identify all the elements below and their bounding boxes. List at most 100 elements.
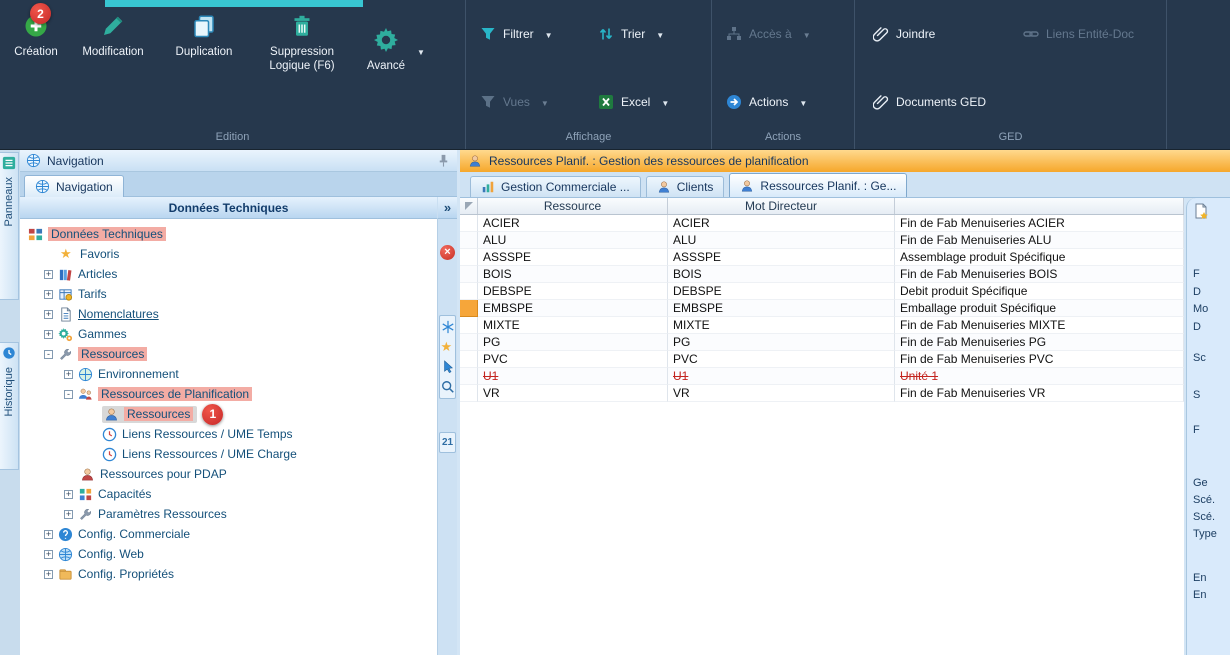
- column-header-ressource[interactable]: Ressource: [478, 198, 668, 214]
- expand-plus-icon[interactable]: [44, 310, 53, 319]
- form-field-label: S: [1193, 389, 1200, 401]
- table-row-deleted[interactable]: U1 U1 Unité 1: [460, 368, 1184, 385]
- table-row[interactable]: VR VR Fin de Fab Menuiseries VR: [460, 385, 1184, 402]
- avance-button[interactable]: Avancé: [360, 28, 425, 74]
- sidebar-tab-historique[interactable]: Historique: [0, 342, 19, 470]
- expand-plus-icon[interactable]: [44, 530, 53, 539]
- table-row[interactable]: MIXTE MIXTE Fin de Fab Menuiseries MIXTE: [460, 317, 1184, 334]
- tree-item-ressources-pour-pdap[interactable]: Ressources pour PDAP: [20, 464, 437, 484]
- tree-item-label: Ressources pour PDAP: [100, 467, 227, 481]
- tree-item-config-commerciale[interactable]: Config. Commerciale: [20, 524, 437, 544]
- cell-ressource: DEBSPE: [478, 283, 668, 300]
- row-selector[interactable]: [460, 351, 478, 368]
- column-header-designation[interactable]: [895, 198, 1184, 214]
- table-row[interactable]: ALU ALU Fin de Fab Menuiseries ALU: [460, 232, 1184, 249]
- row-selector[interactable]: [460, 334, 478, 351]
- actions-button[interactable]: Actions: [718, 90, 846, 114]
- table-row[interactable]: ACIER ACIER Fin de Fab Menuiseries ACIER: [460, 215, 1184, 232]
- expand-plus-icon[interactable]: [44, 270, 53, 279]
- table-row[interactable]: ASSSPE ASSSPE Assemblage produit Spécifi…: [460, 249, 1184, 266]
- row-selector[interactable]: [460, 232, 478, 249]
- tree-item-ressources[interactable]: Ressources: [20, 344, 437, 364]
- tree-item-gammes[interactable]: Gammes: [20, 324, 437, 344]
- favorites-star-icon[interactable]: [441, 340, 455, 354]
- vues-label: Vues: [503, 95, 530, 109]
- duplication-button[interactable]: Duplication: [164, 14, 244, 60]
- excel-button[interactable]: Excel: [590, 90, 708, 114]
- row-selector[interactable]: [460, 385, 478, 402]
- collapse-minus-icon[interactable]: [44, 350, 53, 359]
- row-selector[interactable]: [460, 368, 478, 385]
- person-icon: [104, 407, 119, 422]
- expand-panel-button[interactable]: »: [437, 197, 457, 219]
- tree-item-tarifs[interactable]: Tarifs: [20, 284, 437, 304]
- column-header-mot-directeur[interactable]: Mot Directeur: [668, 198, 895, 214]
- row-selector[interactable]: [460, 266, 478, 283]
- table-row-selected[interactable]: EMBSPE EMBSPE Emballage produit Spécifiq…: [460, 300, 1184, 317]
- corner-triangle-icon: [465, 202, 473, 210]
- suppression-button[interactable]: Suppression Logique (F6): [252, 14, 352, 74]
- tree-item-articles[interactable]: Articles: [20, 264, 437, 284]
- tree-item-parametres-ressources[interactable]: Paramètres Ressources: [20, 504, 437, 524]
- expand-plus-icon[interactable]: [64, 370, 73, 379]
- row-selector[interactable]: [460, 249, 478, 266]
- tree-item-favoris[interactable]: Favoris: [20, 244, 437, 264]
- row-selector[interactable]: [460, 215, 478, 232]
- tree-item-liens-ume-temps[interactable]: Liens Ressources / UME Temps: [20, 424, 437, 444]
- tree-item-config-web[interactable]: Config. Web: [20, 544, 437, 564]
- tree-item-label: Ressources: [124, 407, 193, 421]
- tree-item-liens-ume-charge[interactable]: Liens Ressources / UME Charge: [20, 444, 437, 464]
- table-row[interactable]: PVC PVC Fin de Fab Menuiseries PVC: [460, 351, 1184, 368]
- tree-item-donnees-techniques[interactable]: Données Techniques: [20, 224, 437, 244]
- filtrer-button[interactable]: Filtrer: [472, 22, 590, 46]
- sort-21-icon[interactable]: 21: [442, 437, 453, 448]
- table-row[interactable]: PG PG Fin de Fab Menuiseries PG: [460, 334, 1184, 351]
- pin-icon[interactable]: [436, 153, 451, 168]
- filter-icon-disabled: [480, 94, 496, 110]
- tree-item-capacites[interactable]: Capacités: [20, 484, 437, 504]
- row-selector[interactable]: [460, 317, 478, 334]
- sidebar-tab-panneaux[interactable]: Panneaux: [0, 152, 19, 300]
- table-row[interactable]: BOIS BOIS Fin de Fab Menuiseries BOIS: [460, 266, 1184, 283]
- modification-button[interactable]: Modification: [70, 14, 156, 60]
- vues-button[interactable]: Vues: [472, 90, 590, 114]
- collapse-minus-icon[interactable]: [64, 390, 73, 399]
- wrench-icon: [58, 347, 73, 362]
- row-selector[interactable]: [460, 283, 478, 300]
- form-field-label: Sc: [1193, 352, 1206, 364]
- table-row[interactable]: DEBSPE DEBSPE Debit produit Spécifique: [460, 283, 1184, 300]
- acces-a-button[interactable]: Accès à: [718, 22, 846, 46]
- joindre-button[interactable]: Joindre: [865, 22, 1015, 46]
- tab-gestion-commerciale[interactable]: Gestion Commerciale ...: [470, 176, 641, 197]
- pointer-icon[interactable]: [441, 360, 455, 374]
- search-icon[interactable]: [441, 380, 455, 394]
- expand-plus-icon[interactable]: [64, 490, 73, 499]
- tab-clients[interactable]: Clients: [646, 176, 725, 197]
- annotation-badge-1: 1: [202, 404, 223, 425]
- tab-ressources-planif[interactable]: Ressources Planif. : Ge...: [729, 173, 907, 197]
- liens-entite-doc-button[interactable]: Liens Entité-Doc: [1015, 22, 1191, 46]
- trier-button[interactable]: Trier: [590, 22, 708, 46]
- sort-icon: [598, 26, 614, 42]
- tree-item-ressources-selected[interactable]: Ressources 1: [20, 404, 437, 424]
- tab-label: Ressources Planif. : Ge...: [760, 179, 896, 193]
- snowflake-icon[interactable]: [441, 320, 455, 334]
- tree-item-config-proprietes[interactable]: Config. Propriétés: [20, 564, 437, 584]
- expand-plus-icon[interactable]: [44, 570, 53, 579]
- tree-item-label: Tarifs: [78, 287, 107, 301]
- documents-ged-button[interactable]: Documents GED: [865, 90, 1015, 114]
- clock-icon: [102, 427, 117, 442]
- expand-plus-icon[interactable]: [44, 330, 53, 339]
- tab-navigation[interactable]: Navigation: [24, 175, 124, 197]
- tree-item-environnement[interactable]: Environnement: [20, 364, 437, 384]
- expand-plus-icon[interactable]: [44, 550, 53, 559]
- tree-item-ressources-de-planification[interactable]: Ressources de Planification: [20, 384, 437, 404]
- tree-item-label: Capacités: [98, 487, 151, 501]
- close-icon[interactable]: [440, 245, 455, 260]
- people-icon: [78, 387, 93, 402]
- expand-plus-icon[interactable]: [44, 290, 53, 299]
- ribbon: Création Modification Duplication Suppre…: [0, 0, 1230, 150]
- expand-plus-icon[interactable]: [64, 510, 73, 519]
- tree-item-nomenclatures[interactable]: Nomenclatures: [20, 304, 437, 324]
- row-selector-active[interactable]: [460, 300, 478, 317]
